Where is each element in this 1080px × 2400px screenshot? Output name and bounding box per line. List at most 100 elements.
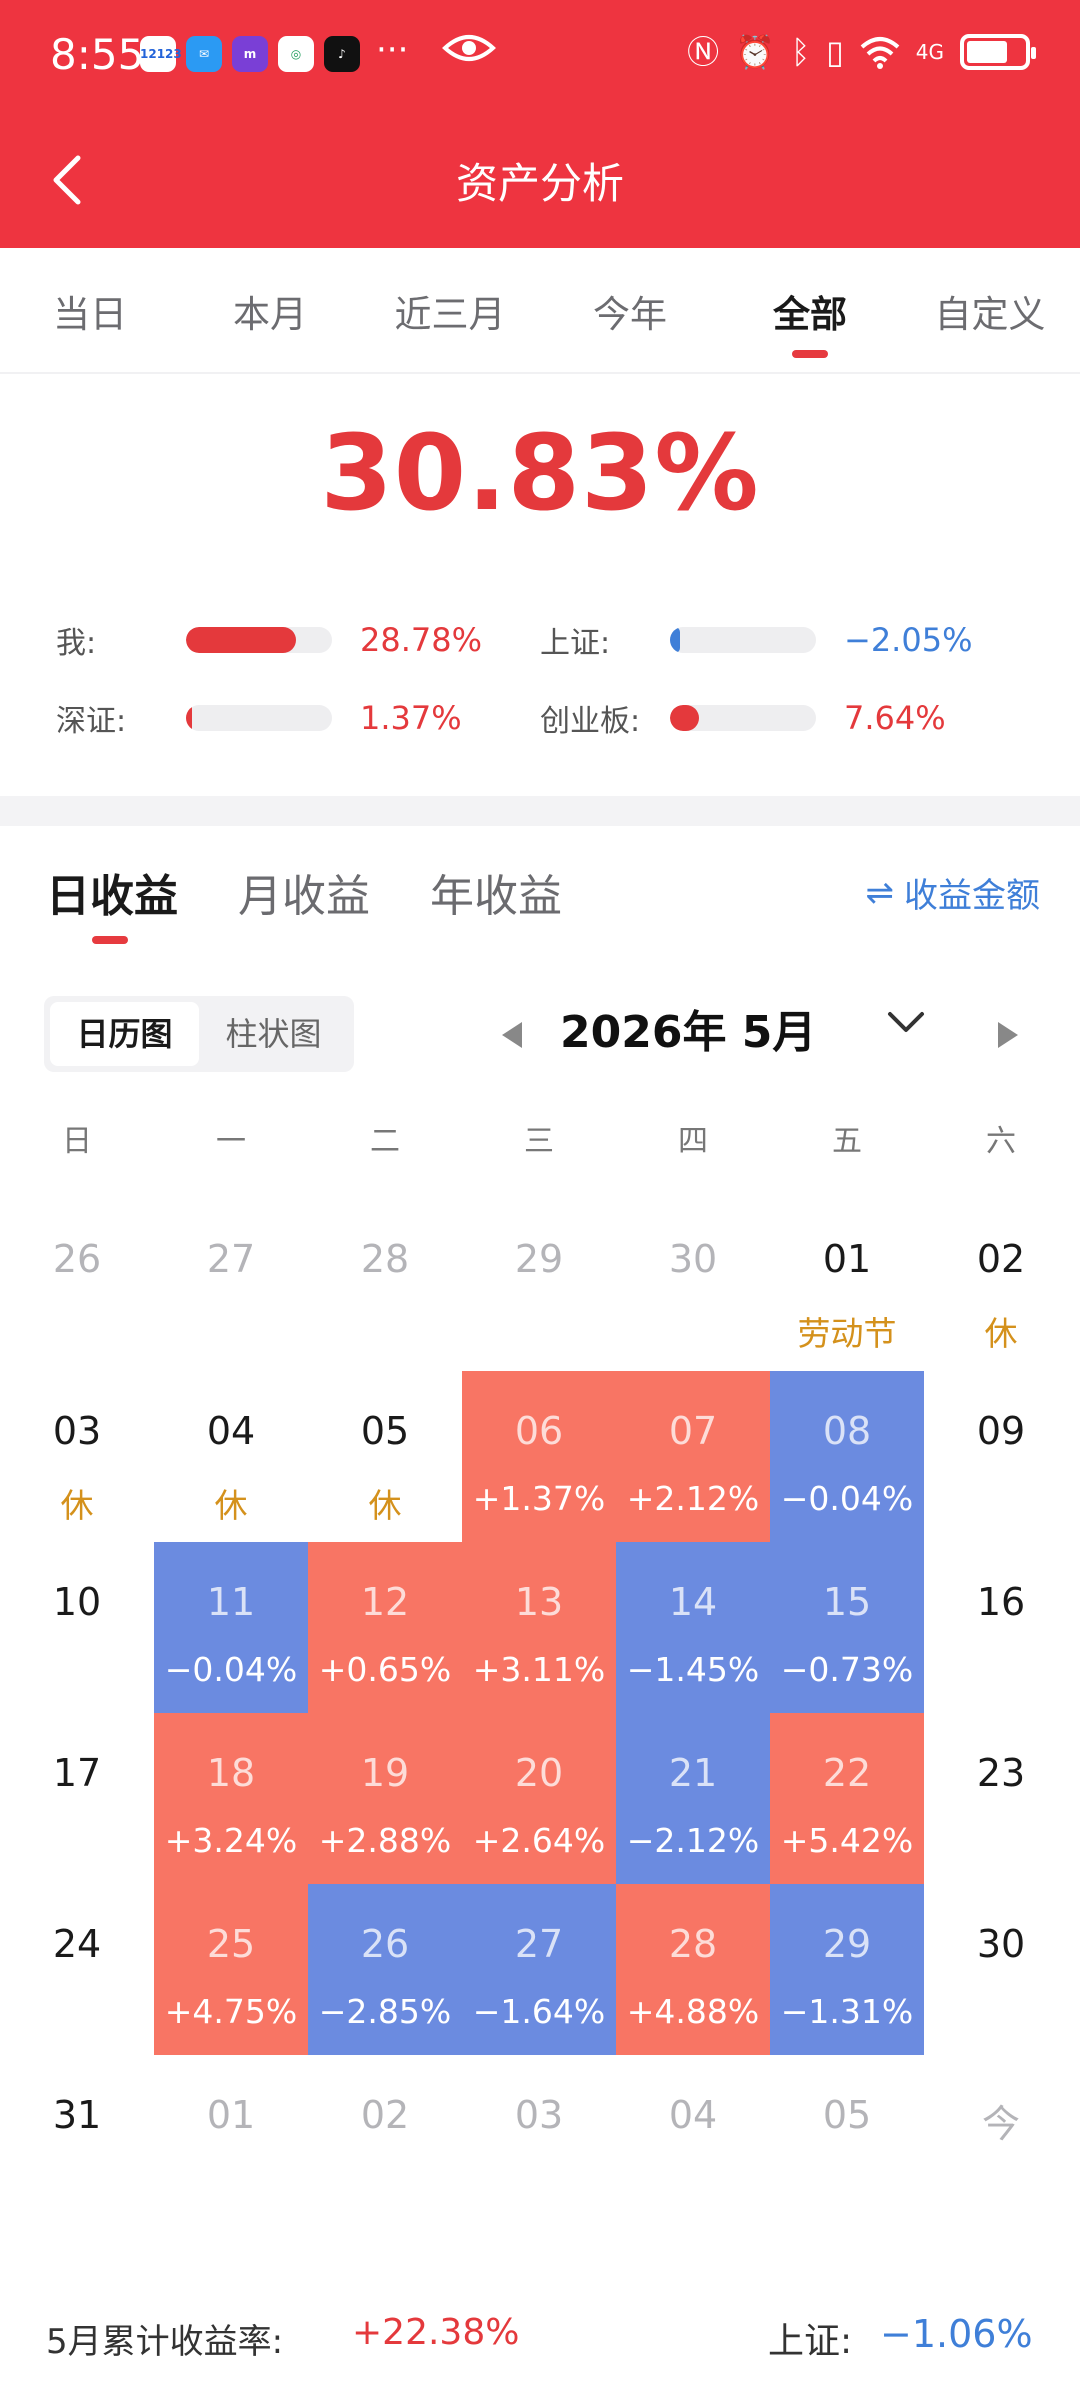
metro-app-icon: m bbox=[232, 36, 268, 72]
calendar-day-cell[interactable]: 09 bbox=[924, 1371, 1078, 1542]
app-header: 资产分析 bbox=[0, 110, 1080, 248]
calendar-day-cell[interactable]: 26 bbox=[0, 1199, 154, 1370]
holiday-label: 休 bbox=[368, 1486, 402, 1525]
calendar-day-cell[interactable]: 今 bbox=[924, 2055, 1078, 2226]
calendar-day-cell[interactable]: 04 bbox=[616, 2055, 770, 2226]
calendar-day-cell[interactable]: 04 休 bbox=[154, 1371, 308, 1542]
day-number: 23 bbox=[976, 1751, 1026, 1795]
calendar-day-cell[interactable]: 28 bbox=[308, 1199, 462, 1370]
bluetooth-icon: ᛒ bbox=[790, 33, 811, 71]
weekday-label: 六 bbox=[986, 1124, 1016, 1159]
earnings-amount-toggle[interactable]: ⇌ 收益金额 bbox=[866, 868, 1041, 917]
calendar-day-cell[interactable]: 31 bbox=[0, 2055, 154, 2226]
calendar-day-cell[interactable]: 01 劳动节 bbox=[770, 1199, 924, 1370]
comparison-value: 1.37% bbox=[360, 699, 462, 737]
tab-period[interactable]: 今年 bbox=[540, 248, 720, 372]
day-number: 01 bbox=[822, 1237, 872, 1281]
weekday-label: 日 bbox=[62, 1124, 92, 1159]
calendar-day-cell[interactable]: 21 −2.12% bbox=[616, 1713, 770, 1884]
calendar-day-cell[interactable]: 30 bbox=[924, 1884, 1078, 2055]
calendar-day-cell[interactable]: 06 +1.37% bbox=[462, 1371, 616, 1542]
day-number: 26 bbox=[52, 1237, 102, 1281]
signal-icon: 4G bbox=[915, 40, 944, 64]
daily-return: +2.12% bbox=[626, 1479, 760, 1518]
calendar-day-cell[interactable]: 20 +2.64% bbox=[462, 1713, 616, 1884]
calendar-day-cell[interactable]: 03 休 bbox=[0, 1371, 154, 1542]
calendar-day-cell[interactable]: 10 bbox=[0, 1542, 154, 1713]
comparison-bar bbox=[186, 627, 332, 653]
tab-monthly-earnings[interactable]: 月收益 bbox=[238, 860, 370, 924]
calendar-day-cell[interactable]: 22 +5.42% bbox=[770, 1713, 924, 1884]
tab-daily-earnings[interactable]: 日收益 bbox=[46, 860, 178, 924]
index-return-value: −1.06% bbox=[880, 2312, 1033, 2356]
comparison-label: 创业板: bbox=[540, 704, 641, 739]
day-number: 20 bbox=[514, 1751, 564, 1795]
day-number: 27 bbox=[514, 1922, 564, 1966]
calendar-day-cell[interactable]: 19 +2.88% bbox=[308, 1713, 462, 1884]
day-number: 29 bbox=[822, 1922, 872, 1966]
chevron-down-icon[interactable] bbox=[884, 1000, 928, 1044]
calendar-day-cell[interactable]: 05 休 bbox=[308, 1371, 462, 1542]
weekday-header: 日一二三四五六 bbox=[0, 1116, 1080, 1166]
day-number: 03 bbox=[514, 2093, 564, 2137]
daily-return: −2.85% bbox=[318, 1992, 452, 2031]
messages-app-icon: ✉ bbox=[186, 36, 222, 72]
day-number: 03 bbox=[52, 1409, 102, 1453]
calendar-day-cell[interactable]: 29 −1.31% bbox=[770, 1884, 924, 2055]
calendar-day-cell[interactable]: 23 bbox=[924, 1713, 1078, 1884]
holiday-label: 休 bbox=[214, 1486, 248, 1525]
daily-return: +3.24% bbox=[164, 1821, 298, 1860]
day-number: 26 bbox=[360, 1922, 410, 1966]
calendar-day-cell[interactable]: 03 bbox=[462, 2055, 616, 2226]
day-number: 06 bbox=[514, 1409, 564, 1453]
swap-icon: ⇌ bbox=[865, 872, 895, 913]
calendar-day-cell[interactable]: 25 +4.75% bbox=[154, 1884, 308, 2055]
section-divider bbox=[0, 796, 1080, 826]
calendar-day-cell[interactable]: 27 bbox=[154, 1199, 308, 1370]
tab-period[interactable]: 近三月 bbox=[360, 248, 540, 372]
calendar-day-cell[interactable]: 01 bbox=[154, 2055, 308, 2226]
day-number: 12 bbox=[360, 1580, 410, 1624]
bar-chart-view-button[interactable]: 柱状图 bbox=[199, 1002, 348, 1066]
calendar-day-cell[interactable]: 24 bbox=[0, 1884, 154, 2055]
calendar-day-cell[interactable]: 29 bbox=[462, 1199, 616, 1370]
comparison-chinext: 创业板: 7.64% bbox=[540, 696, 946, 740]
calendar-day-cell[interactable]: 13 +3.11% bbox=[462, 1542, 616, 1713]
alarm-icon: ⏰ bbox=[735, 33, 775, 71]
day-number: 25 bbox=[206, 1922, 256, 1966]
calendar-day-cell[interactable]: 16 bbox=[924, 1542, 1078, 1713]
month-label[interactable]: 2026年 5月 bbox=[560, 996, 816, 1060]
calendar-day-cell[interactable]: 17 bbox=[0, 1713, 154, 1884]
calendar-day-cell[interactable]: 02 休 bbox=[924, 1199, 1078, 1370]
calendar-day-cell[interactable]: 18 +3.24% bbox=[154, 1713, 308, 1884]
tab-period[interactable]: 本月 bbox=[180, 248, 360, 372]
calendar-view-button[interactable]: 日历图 bbox=[50, 1002, 199, 1066]
calendar-day-cell[interactable]: 14 −1.45% bbox=[616, 1542, 770, 1713]
eye-icon bbox=[442, 35, 496, 61]
daily-return: +5.42% bbox=[780, 1821, 914, 1860]
next-month-icon[interactable] bbox=[998, 1022, 1018, 1048]
calendar-day-cell[interactable]: 12 +0.65% bbox=[308, 1542, 462, 1713]
calendar-day-cell[interactable]: 07 +2.12% bbox=[616, 1371, 770, 1542]
day-number: 28 bbox=[360, 1237, 410, 1281]
calendar-day-cell[interactable]: 30 bbox=[616, 1199, 770, 1370]
calendar-day-cell[interactable]: 27 −1.64% bbox=[462, 1884, 616, 2055]
tab-period[interactable]: 自定义 bbox=[900, 248, 1080, 372]
calendar-day-cell[interactable]: 02 bbox=[308, 2055, 462, 2226]
calendar-day-cell[interactable]: 11 −0.04% bbox=[154, 1542, 308, 1713]
prev-month-icon[interactable] bbox=[502, 1022, 522, 1048]
system-status-icons: Ⓝ ⏰ ᛒ ▯ 4G bbox=[687, 32, 1036, 72]
calendar-day-cell[interactable]: 05 bbox=[770, 2055, 924, 2226]
day-number: 14 bbox=[668, 1580, 718, 1624]
holiday-label: 休 bbox=[984, 1314, 1018, 1353]
day-number: 04 bbox=[668, 2093, 718, 2137]
calendar-day-cell[interactable]: 26 −2.85% bbox=[308, 1884, 462, 2055]
tab-yearly-earnings[interactable]: 年收益 bbox=[430, 860, 562, 924]
calendar-day-cell[interactable]: 15 −0.73% bbox=[770, 1542, 924, 1713]
tab-period[interactable]: 全部 bbox=[720, 248, 900, 372]
calendar-day-cell[interactable]: 28 +4.88% bbox=[616, 1884, 770, 2055]
traffic-app-icon: 12123 bbox=[140, 36, 182, 72]
battery-level bbox=[967, 41, 1008, 63]
tab-period[interactable]: 当日 bbox=[0, 248, 180, 372]
calendar-day-cell[interactable]: 08 −0.04% bbox=[770, 1371, 924, 1542]
